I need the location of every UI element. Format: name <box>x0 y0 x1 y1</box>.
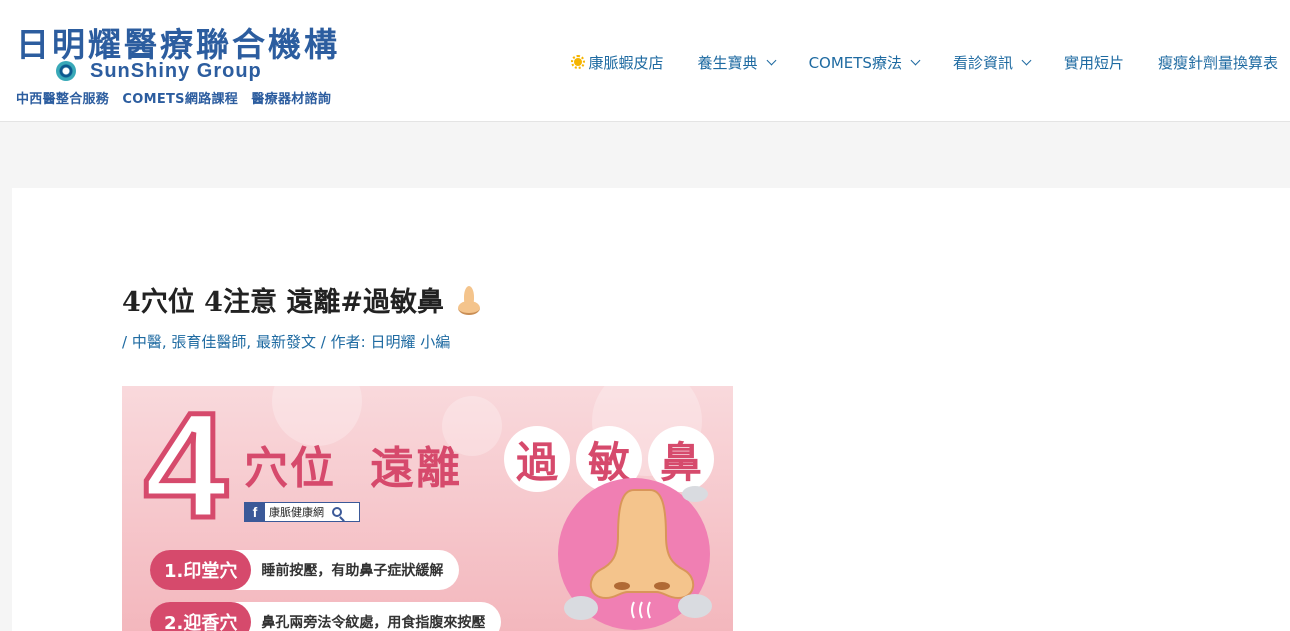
acupoint-row: 1.印堂穴 睡前按壓，有助鼻子症狀緩解 <box>150 550 460 590</box>
chevron-down-icon <box>1021 55 1032 65</box>
nav-item-videos[interactable]: 實用短片 <box>1064 52 1124 73</box>
featured-headline-part1: 穴位 <box>244 443 336 494</box>
nav-item-label: 實用短片 <box>1063 53 1124 72</box>
nav-item-label: 康脈蝦皮店 <box>588 53 664 72</box>
nav-item-clinic-info[interactable]: 看診資訊 <box>952 52 1032 73</box>
site-logo[interactable]: 日明耀醫療聯合機構 SunShiny Group 中西醫整合服務 COMETS網… <box>16 18 366 108</box>
chevron-down-icon <box>910 55 921 65</box>
acupoint-name: 1.印堂穴 <box>150 550 252 590</box>
post-card: 4穴位 4注意 遠離#過敏鼻 / 中醫, 張育佳醫師, 最新發文 / 作者: 日… <box>12 188 1290 631</box>
site-header: 日明耀醫療聯合機構 SunShiny Group 中西醫整合服務 COMETS網… <box>0 0 1290 122</box>
logo-mark-icon <box>56 61 76 81</box>
meta-prefix: / <box>122 333 128 351</box>
author-link[interactable]: 日明耀 小編 <box>370 333 450 351</box>
acupoint-row: 2.迎香穴 鼻孔兩旁法令紋處，用食指腹來按壓 <box>150 602 502 631</box>
air-puff-icon <box>678 594 712 618</box>
category-link[interactable]: 張育佳醫師 <box>171 333 246 351</box>
post-title-text: 4穴位 4注意 遠離#過敏鼻 <box>122 287 444 318</box>
sun-icon <box>570 55 585 69</box>
post-title: 4穴位 4注意 遠離#過敏鼻 <box>122 280 482 319</box>
facebook-icon: f <box>245 503 265 521</box>
main-nav: 康脈蝦皮店 養生寶典 COMETS療法 看診資訊 實用短片 瘦瘦針劑量換算表 <box>570 48 1278 76</box>
featured-headline-part2: 遠離 <box>370 443 462 494</box>
facebook-badge-label: 康脈健康網 <box>269 506 324 519</box>
nav-item-comets-therapy[interactable]: COMETS療法 <box>808 52 921 73</box>
nav-item-label: 養生寶典 <box>697 53 758 72</box>
logo-tagline: 中西醫整合服務 COMETS網路課程 醫療器材諮詢 <box>16 92 332 107</box>
nav-item-shopee-store[interactable]: 康脈蝦皮店 <box>570 52 664 73</box>
chevron-down-icon <box>766 55 777 65</box>
nav-item-dosage-table[interactable]: 瘦瘦針劑量換算表 <box>1158 52 1278 73</box>
air-puff-icon <box>564 596 598 620</box>
nav-item-health-guide[interactable]: 養生寶典 <box>697 52 777 73</box>
post-meta: / 中醫, 張育佳醫師, 最新發文 / 作者: 日明耀 小編 <box>122 333 451 351</box>
acupoint-desc: 鼻孔兩旁法令紋處，用食指腹來按壓 <box>261 615 486 631</box>
author-prefix: / 作者: <box>320 333 366 351</box>
logo-brand-row: SunShiny Group <box>56 60 262 82</box>
category-link[interactable]: 最新發文 <box>256 333 316 351</box>
nav-item-label: 看診資訊 <box>952 53 1013 72</box>
air-puff-icon <box>682 486 708 502</box>
nose-emoji-icon <box>456 285 482 315</box>
facebook-badge: f 康脈健康網 <box>244 502 360 522</box>
acupoint-name: 2.迎香穴 <box>150 602 252 631</box>
logo-brand: SunShiny Group <box>90 59 262 82</box>
nav-item-label: 瘦瘦針劑量換算表 <box>1157 53 1278 72</box>
featured-number: 4 <box>141 386 229 549</box>
featured-image[interactable]: 4 穴位 遠離 過 敏 鼻 f 康脈健康網 1.印堂穴 睡前按壓，有助鼻子症狀緩… <box>122 386 733 631</box>
nav-item-label: COMETS療法 <box>808 53 902 72</box>
acupoint-desc: 睡前按壓，有助鼻子症狀緩解 <box>261 563 444 579</box>
featured-headline-circle: 過 <box>504 426 570 492</box>
search-icon <box>332 507 342 517</box>
category-link[interactable]: 中醫 <box>132 333 162 351</box>
